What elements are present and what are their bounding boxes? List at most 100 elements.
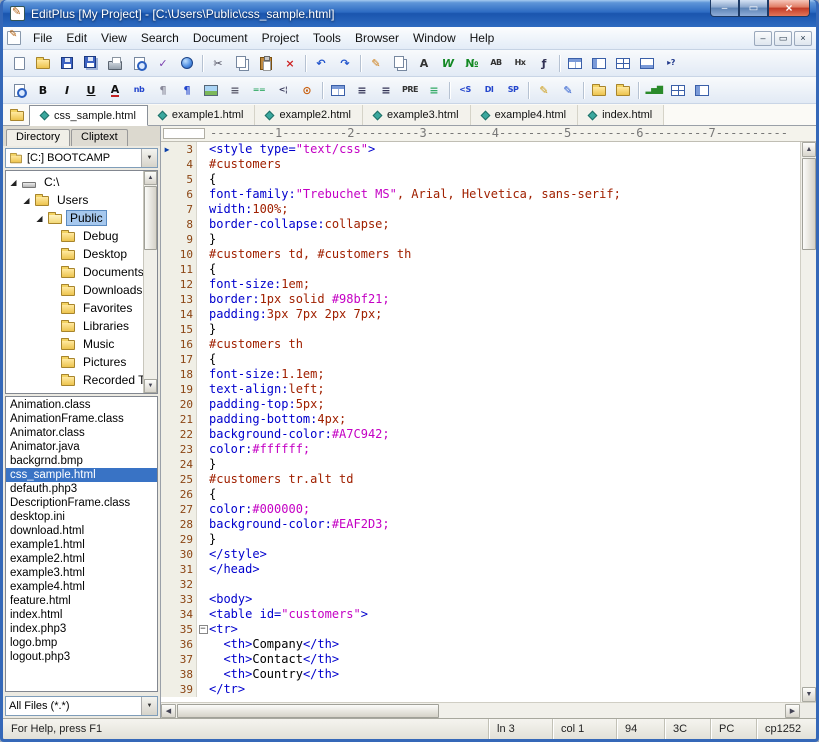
menu-item-document[interactable]: Document <box>186 29 255 47</box>
file-item[interactable]: example2.html <box>6 552 157 566</box>
scroll-left-icon[interactable]: ◀ <box>161 704 176 718</box>
project-button[interactable] <box>5 104 29 125</box>
save-all-button[interactable] <box>79 52 103 75</box>
cut-button[interactable]: ✂ <box>206 52 230 75</box>
minimize-button[interactable]: – <box>710 0 739 17</box>
file-item[interactable]: index.php3 <box>6 622 157 636</box>
tree-item[interactable]: Downloads <box>6 281 143 299</box>
underline-button[interactable]: U <box>79 79 103 102</box>
code-line[interactable]: 11{ <box>161 262 800 277</box>
code-line[interactable]: 16#customers th <box>161 337 800 352</box>
code-line[interactable]: 18font-size:1.1em; <box>161 367 800 382</box>
tree-item[interactable]: Debug <box>6 227 143 245</box>
mdi-minimize-button[interactable]: – <box>754 31 772 46</box>
code-line[interactable]: 13border:1px solid #98bf21; <box>161 292 800 307</box>
code-line[interactable]: 35−<tr> <box>161 622 800 637</box>
toggle-sidebar-button[interactable] <box>587 52 611 75</box>
code-lines[interactable]: ▶3<style type="text/css">4#customers5{6f… <box>161 142 800 702</box>
toggle-toolbar-button[interactable] <box>563 52 587 75</box>
horizontal-rule-button[interactable]: ≡ <box>223 79 247 102</box>
menu-item-view[interactable]: View <box>94 29 134 47</box>
scroll-right-icon[interactable]: ▶ <box>785 704 800 718</box>
code-line[interactable]: 7width:100%; <box>161 202 800 217</box>
file-item[interactable]: Animation.class <box>6 398 157 412</box>
delete-button[interactable]: × <box>278 52 302 75</box>
quick-edit-button[interactable]: ✎ <box>532 79 556 102</box>
file-item[interactable]: defauth.php3 <box>6 482 157 496</box>
menu-item-tools[interactable]: Tools <box>306 29 348 47</box>
file-item[interactable]: css_sample.html <box>6 468 157 482</box>
grid-view-button[interactable] <box>666 79 690 102</box>
font-button[interactable]: A <box>103 79 127 102</box>
file-item[interactable]: desktop.ini <box>6 510 157 524</box>
file-filter-selector[interactable]: All Files (*.*) ▼ <box>5 696 158 716</box>
sidebar-tab-cliptext[interactable]: Cliptext <box>71 129 128 146</box>
file-item[interactable]: backgrnd.bmp <box>6 454 157 468</box>
code-line[interactable]: ▶3<style type="text/css"> <box>161 142 800 157</box>
scroll-up-icon[interactable]: ▲ <box>802 142 816 157</box>
view-in-browser-button[interactable] <box>175 52 199 75</box>
tab-example1.html[interactable]: example1.html <box>148 105 256 125</box>
maximize-button[interactable]: ▭ <box>739 0 768 17</box>
compose-button[interactable]: ✎ <box>556 79 580 102</box>
code-line[interactable]: 36 <th>Company</th> <box>161 637 800 652</box>
undo-button[interactable]: ↶ <box>309 52 333 75</box>
image-button[interactable] <box>199 79 223 102</box>
nbsp-button[interactable]: nb <box>127 79 151 102</box>
code-line[interactable]: 9} <box>161 232 800 247</box>
copy-append-button[interactable] <box>388 52 412 75</box>
file-item[interactable]: Animator.class <box>6 426 157 440</box>
pilcrow-button[interactable]: ¶ <box>175 79 199 102</box>
table-button[interactable] <box>326 79 350 102</box>
save-button[interactable] <box>55 52 79 75</box>
code-line[interactable]: 38 <th>Country</th> <box>161 667 800 682</box>
code-line[interactable]: 34<table id="customers"> <box>161 607 800 622</box>
tab-example2.html[interactable]: example2.html <box>255 105 363 125</box>
code-line[interactable]: 8border-collapse:collapse; <box>161 217 800 232</box>
toggle-cliptext-button[interactable] <box>611 52 635 75</box>
titlebar[interactable]: EditPlus [My Project] - [C:\Users\Public… <box>3 0 816 27</box>
file-item[interactable]: DescriptionFrame.class <box>6 496 157 510</box>
code-area[interactable]: ▶3<style type="text/css">4#customers5{6f… <box>161 142 816 702</box>
drive-selector[interactable]: [C:] BOOTCAMP ▼ <box>5 148 158 168</box>
tree-item[interactable]: ◢Users <box>6 191 143 209</box>
code-line[interactable]: 14padding:3px 7px 2px 7px; <box>161 307 800 322</box>
file-item[interactable]: example3.html <box>6 566 157 580</box>
italic-button[interactable]: I <box>55 79 79 102</box>
scroll-down-icon[interactable]: ▼ <box>144 379 157 393</box>
code-line[interactable]: 33<body> <box>161 592 800 607</box>
file-item[interactable]: logout.php3 <box>6 650 157 664</box>
letter-case-button[interactable]: AB <box>484 52 508 75</box>
file-item[interactable]: feature.html <box>6 594 157 608</box>
code-line[interactable]: 26{ <box>161 487 800 502</box>
tree-expand-icon[interactable]: ◢ <box>22 196 31 205</box>
font-size-button[interactable]: A <box>412 52 436 75</box>
file-item[interactable]: download.html <box>6 524 157 538</box>
tree-item[interactable]: Music <box>6 335 143 353</box>
redo-button[interactable]: ↷ <box>333 52 357 75</box>
menu-item-window[interactable]: Window <box>406 29 463 47</box>
code-line[interactable]: 19text-align:left; <box>161 382 800 397</box>
line-numbers-button[interactable]: № <box>460 52 484 75</box>
scroll-up-icon[interactable]: ▲ <box>144 171 157 185</box>
code-line[interactable]: 24} <box>161 457 800 472</box>
code-line[interactable]: 31</head> <box>161 562 800 577</box>
close-button[interactable]: × <box>768 0 810 17</box>
menu-item-file[interactable]: File <box>26 29 59 47</box>
chart-button[interactable]: ▂▅▇ <box>642 79 666 102</box>
toggle-output-button[interactable] <box>635 52 659 75</box>
code-line[interactable]: 25#customers tr.alt td <box>161 472 800 487</box>
tree-expand-icon[interactable]: ◢ <box>35 214 44 223</box>
code-line[interactable]: 5{ <box>161 172 800 187</box>
file-item[interactable]: index.html <box>6 608 157 622</box>
scroll-down-icon[interactable]: ▼ <box>802 687 816 702</box>
menu-item-search[interactable]: Search <box>134 29 186 47</box>
code-line[interactable]: 12font-size:1em; <box>161 277 800 292</box>
menu-item-browser[interactable]: Browser <box>348 29 406 47</box>
fold-toggle-icon[interactable]: − <box>199 625 208 634</box>
code-line[interactable]: 15} <box>161 322 800 337</box>
open-file-button[interactable] <box>31 52 55 75</box>
tree-item[interactable]: ◢Public <box>6 209 143 227</box>
span-tag-button[interactable]: SP <box>501 79 525 102</box>
paragraph-button[interactable]: ¶ <box>151 79 175 102</box>
